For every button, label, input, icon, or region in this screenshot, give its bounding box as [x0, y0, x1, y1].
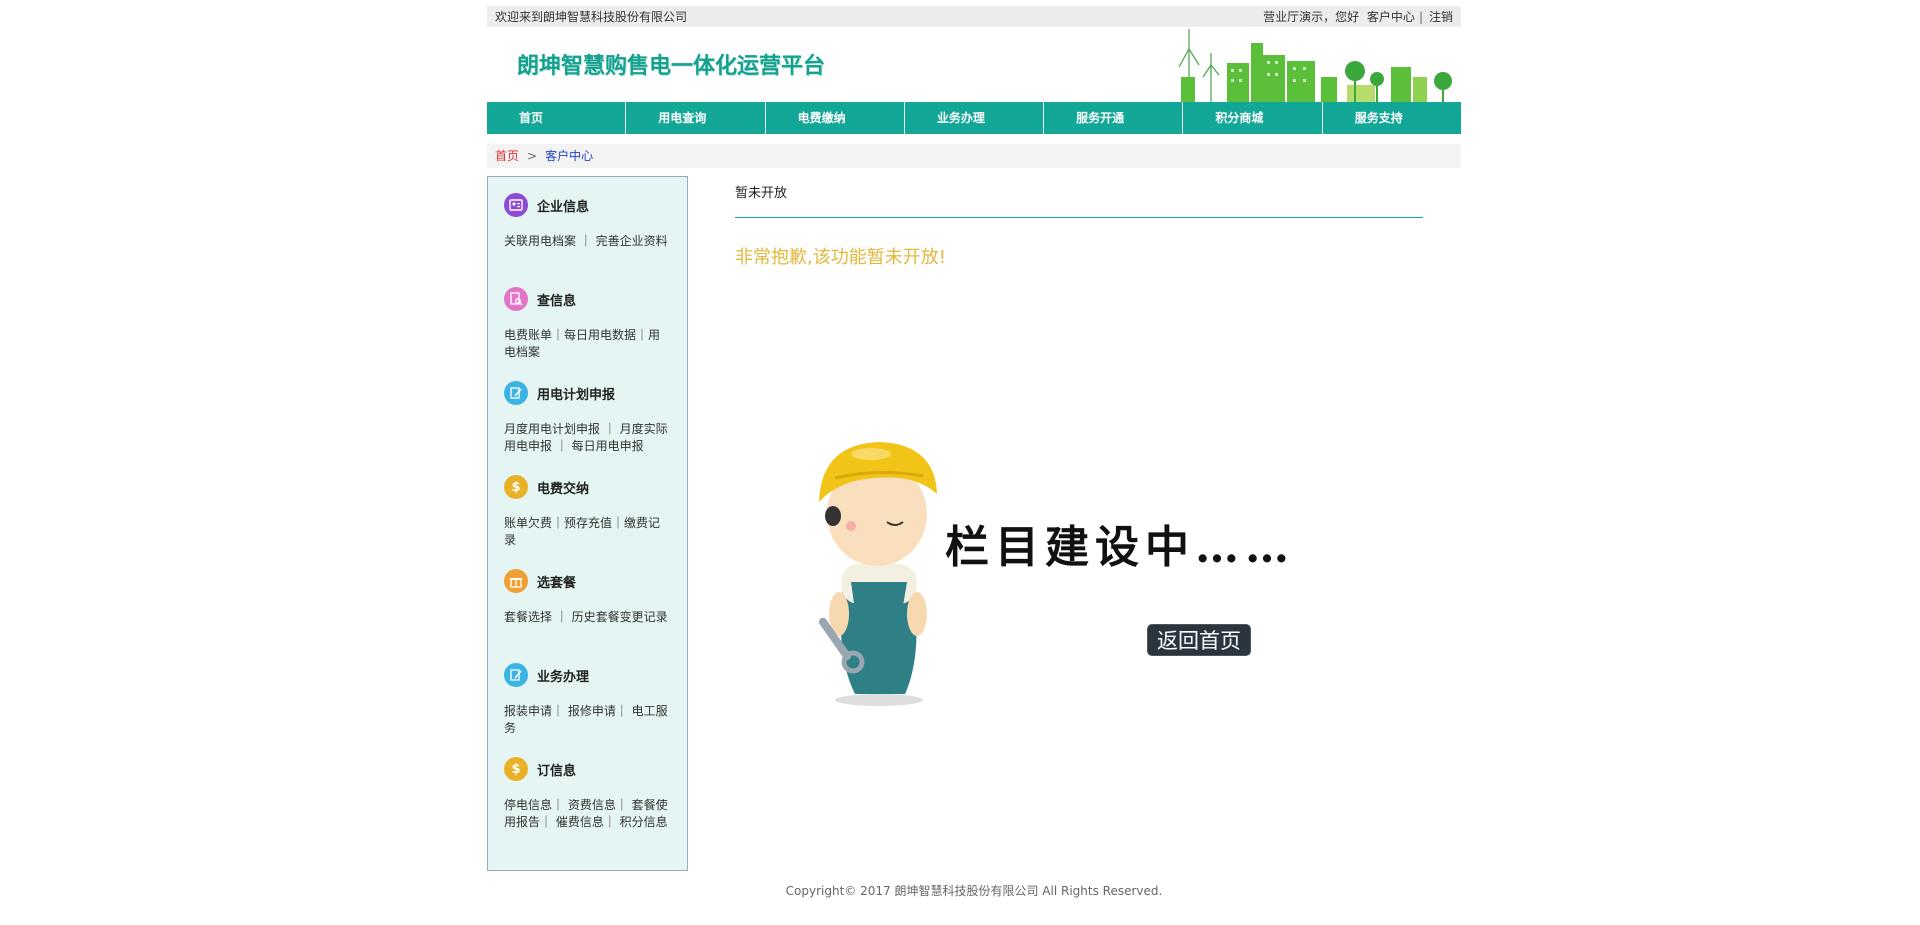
section-links[interactable]: 电费账单｜每日用电数据｜用电档案 [504, 319, 671, 369]
section-header: 业务办理 [504, 655, 671, 695]
dollar-icon: $ [504, 475, 528, 499]
main-content: 暂未开放 非常抱歉,该功能暂未开放! 栏目建设中…… 返回首页 [735, 176, 1423, 706]
sidebar-section-business: 业务办理 报装申请｜ 报修申请｜ 电工服务 [504, 655, 671, 745]
sorry-message: 非常抱歉,该功能暂未开放! [735, 247, 946, 268]
page-title: 暂未开放 [735, 176, 1423, 218]
section-title: 电费交纳 [537, 481, 590, 497]
sidebar-section-enterprise-info: 企业信息 关联用电档案 ｜ 完善企业资料 [504, 185, 671, 275]
breadcrumb-separator: > [527, 149, 538, 163]
nav-home[interactable]: 首页 [487, 102, 627, 134]
nav-points-mall[interactable]: 积分商城 [1183, 102, 1323, 134]
breadcrumb-home[interactable]: 首页 [495, 149, 519, 163]
nav-bill-payment[interactable]: 电费缴纳 [766, 102, 905, 134]
section-links[interactable]: 月度用电计划申报 ｜ 月度实际用电申报 ｜ 每日用电申报 [504, 413, 671, 463]
customer-center-link[interactable]: 客户中心 [1367, 10, 1415, 24]
section-header: 选套餐 [504, 561, 671, 601]
section-links[interactable]: 账单欠费｜预存充值｜缴费记录 [504, 507, 671, 557]
welcome-text: 欢迎来到朗坤智慧科技股份有限公司 [495, 10, 688, 24]
edit-document-icon [504, 381, 528, 405]
user-links: 营业厅演示，您好 客户中心 | 注销 [1259, 8, 1453, 25]
section-title: 业务办理 [537, 669, 590, 685]
edit-document-icon [504, 663, 528, 687]
section-title: 订信息 [537, 763, 577, 779]
nav-support[interactable]: 服务支持 [1323, 102, 1461, 134]
section-links[interactable]: 报装申请｜ 报修申请｜ 电工服务 [504, 695, 671, 745]
sidebar-section-choose-package: 选套餐 套餐选择 ｜ 历史套餐变更记录 [504, 561, 671, 651]
separator: | [1418, 10, 1423, 24]
logout-link[interactable]: 注销 [1429, 10, 1453, 24]
nav-business[interactable]: 业务办理 [905, 102, 1045, 134]
section-title: 企业信息 [537, 199, 590, 215]
section-header: 查信息 [504, 279, 671, 319]
under-construction-illustration: 栏目建设中…… 返回首页 [795, 414, 1335, 724]
footer-copyright: Copyright© 2017 朗坤智慧科技股份有限公司 All Rights … [785, 884, 1163, 898]
nav-service-activation[interactable]: 服务开通 [1044, 102, 1184, 134]
city-skyline-illustration [1178, 29, 1452, 102]
section-title: 用电计划申报 [537, 387, 616, 403]
user-greeting: 营业厅演示，您好 [1263, 10, 1360, 24]
section-links[interactable]: 停电信息｜ 资费信息｜ 套餐使用报告｜ 催费信息｜ 积分信息 [504, 789, 671, 839]
main-nav: 首页 用电查询 电费缴纳 业务办理 服务开通 积分商城 服务支持 [487, 102, 1461, 134]
under-construction-text: 栏目建设中…… [945, 522, 1295, 573]
user-card-icon [504, 193, 528, 217]
dollar-icon: $ [504, 757, 528, 781]
breadcrumb-current[interactable]: 客户中心 [545, 149, 593, 163]
sidebar: 企业信息 关联用电档案 ｜ 完善企业资料 查信息 电费账单｜每日用电数据｜用电档… [487, 176, 688, 871]
breadcrumb: 首页 > 客户中心 [487, 144, 1461, 168]
section-title: 查信息 [537, 293, 577, 309]
section-title: 选套餐 [537, 575, 577, 591]
site-header: 朗坤智慧购售电一体化运营平台 [487, 27, 1461, 102]
site-logo[interactable]: 朗坤智慧购售电一体化运营平台 [517, 48, 825, 80]
sidebar-section-bill-payment: $ 电费交纳 账单欠费｜预存充值｜缴费记录 [504, 467, 671, 557]
sidebar-section-subscribe-info: $ 订信息 停电信息｜ 资费信息｜ 套餐使用报告｜ 催费信息｜ 积分信息 [504, 749, 671, 839]
document-search-icon [504, 287, 528, 311]
section-header: 企业信息 [504, 185, 671, 225]
sidebar-section-query-info: 查信息 电费账单｜每日用电数据｜用电档案 [504, 279, 671, 369]
section-header: $ 电费交纳 [504, 467, 671, 507]
top-bar: 欢迎来到朗坤智慧科技股份有限公司 营业厅演示，您好 客户中心 | 注销 [487, 6, 1461, 27]
section-links[interactable]: 关联用电档案 ｜ 完善企业资料 [504, 225, 671, 275]
sidebar-section-power-plan: 用电计划申报 月度用电计划申报 ｜ 月度实际用电申报 ｜ 每日用电申报 [504, 373, 671, 463]
nav-usage-query[interactable]: 用电查询 [626, 102, 766, 134]
back-home-button[interactable]: 返回首页 [1147, 624, 1251, 656]
section-header: 用电计划申报 [504, 373, 671, 413]
gift-icon [504, 569, 528, 593]
section-links[interactable]: 套餐选择 ｜ 历史套餐变更记录 [504, 601, 671, 651]
section-header: $ 订信息 [504, 749, 671, 789]
